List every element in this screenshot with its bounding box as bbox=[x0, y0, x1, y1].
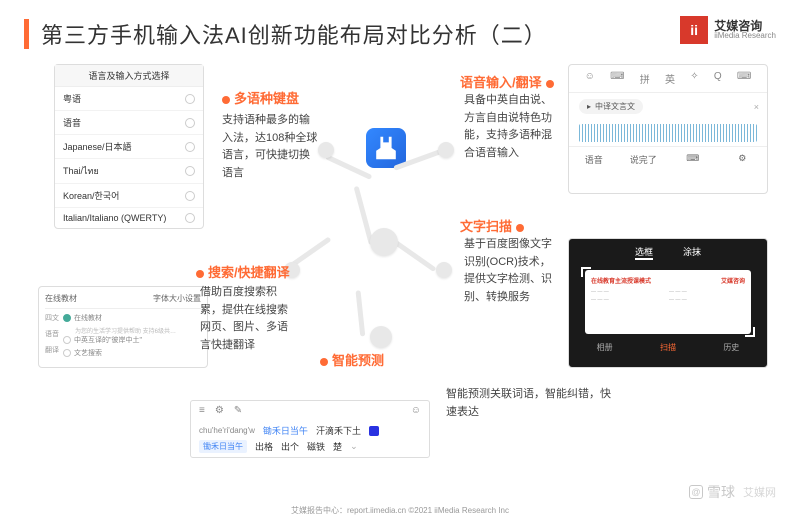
footer: 艾媒报告中心：report.iimedia.cn ©2021 iiMedia R… bbox=[0, 505, 800, 516]
candidate[interactable]: 出个 bbox=[281, 440, 299, 453]
connector-node bbox=[370, 228, 398, 256]
label-search: 搜索/快捷翻译 bbox=[196, 262, 290, 281]
ocr-tab-select[interactable]: 选框 bbox=[635, 245, 653, 260]
lang-row[interactable]: Japanese/日本語 bbox=[55, 135, 203, 159]
brand-logo: ii 艾媒咨询 iiMedia Research bbox=[680, 16, 776, 44]
side-tab[interactable]: 翻译 bbox=[45, 345, 59, 355]
logo-mark: ii bbox=[680, 16, 708, 44]
label-multilang: 多语种键盘 bbox=[222, 88, 299, 107]
pinyin: chu'he'ri'dang'w bbox=[199, 426, 255, 435]
lang-row[interactable]: 粤语 bbox=[55, 87, 203, 111]
voice-mode-icon[interactable]: Q bbox=[714, 71, 722, 86]
voice-mode-icon[interactable]: 拼 bbox=[640, 71, 650, 86]
desc-multilang: 支持语种最多的输入法，达108种全球语言，可快捷切换语言 bbox=[222, 112, 318, 182]
lang-row[interactable]: Thai/ไทย bbox=[55, 159, 203, 184]
panel-language-header: 语言及输入方式选择 bbox=[55, 65, 203, 87]
watermark: @ 雪球 艾媒网 bbox=[689, 482, 776, 502]
candidate-hl[interactable]: 锄禾日当午 bbox=[263, 424, 308, 437]
close-icon[interactable]: × bbox=[754, 102, 759, 112]
voice-mode-icon[interactable]: 英 bbox=[665, 71, 675, 86]
side-tab[interactable]: 语音 bbox=[45, 329, 59, 339]
lang-row[interactable]: 语音 bbox=[55, 111, 203, 135]
side-tab[interactable]: 四文 bbox=[45, 313, 59, 323]
gear-icon[interactable]: ⚙ bbox=[215, 405, 224, 416]
desc-ocr: 基于百度图像文字识别(OCR)技术，提供文字检测、识别、转换服务 bbox=[464, 236, 560, 306]
label-ocr: 文字扫描 bbox=[460, 216, 524, 235]
candidate[interactable]: 出格 bbox=[255, 440, 273, 453]
candidate[interactable]: 楚 bbox=[333, 440, 342, 453]
voice-waveform bbox=[579, 124, 757, 142]
voice-btn[interactable]: 语音 bbox=[569, 147, 619, 172]
candidate[interactable]: 磁铁 bbox=[307, 440, 325, 453]
panel-ocr: 选框 涂抹 在线教育主流授课模式 艾媒咨询 — — —— — —— — —— —… bbox=[568, 238, 768, 368]
connector-node bbox=[438, 142, 454, 158]
emoji-icon[interactable]: ☺ bbox=[411, 405, 421, 416]
title-accent bbox=[24, 19, 29, 49]
connector-node bbox=[370, 326, 392, 348]
settings-tab-right[interactable]: 字体大小设置 bbox=[153, 293, 201, 304]
voice-done-button[interactable]: 说完了 bbox=[619, 147, 669, 172]
baidu-icon bbox=[369, 426, 379, 436]
voice-mode-icon[interactable]: ⌨ bbox=[610, 71, 624, 86]
label-voice: 语音输入/翻译 bbox=[460, 72, 554, 91]
connector-node bbox=[436, 262, 452, 278]
panel-voice: ☺ ⌨ 拼 英 ✧ Q ⌨ ▸中译文言文 × 语音 说完了 ⌨ ⚙ bbox=[568, 64, 768, 194]
settings-tab-left[interactable]: 在线教材 bbox=[45, 293, 77, 304]
scan-icon[interactable]: 扫描 bbox=[660, 342, 676, 353]
candidate-suffix: 汗滴禾下土 bbox=[316, 424, 361, 437]
page-title: 第三方手机输入法AI创新功能布局对比分析（二） bbox=[41, 18, 547, 50]
desc-search: 借助百度搜索积累，提供在线搜索网页、图片、多语言快捷翻译 bbox=[200, 284, 296, 354]
ime-tag[interactable]: 锄禾日当午 bbox=[199, 440, 247, 453]
voice-pill[interactable]: ▸中译文言文 bbox=[579, 99, 643, 114]
lang-row[interactable]: Korean/한국어 bbox=[55, 184, 203, 208]
connector-node bbox=[318, 142, 334, 158]
desc-voice: 具备中英自由说、方言自由说特色功能，支持多语种混合语音输入 bbox=[464, 92, 560, 162]
desc-predict: 智能预测关联词语，智能纠错，快速表达 bbox=[446, 386, 616, 421]
keyboard-icon[interactable]: ⌨ bbox=[668, 147, 718, 172]
lang-row[interactable]: Italian/Italiano (QWERTY) bbox=[55, 208, 203, 228]
settings-icon[interactable]: ⚙ bbox=[718, 147, 768, 172]
album-icon[interactable]: 相册 bbox=[597, 342, 613, 353]
baidu-logo bbox=[354, 128, 418, 176]
ocr-tab-smudge[interactable]: 涂抹 bbox=[683, 245, 701, 260]
logo-en: iiMedia Research bbox=[714, 32, 776, 40]
voice-mode-icon[interactable]: ✧ bbox=[690, 71, 698, 86]
panel-ime: ≡ ⚙ ✎ ☺ chu'he'ri'dang'w 锄禾日当午 汗滴禾下土 锄禾日… bbox=[190, 400, 430, 458]
voice-mode-icon[interactable]: ⌨ bbox=[737, 71, 751, 86]
history-icon[interactable]: 历史 bbox=[723, 342, 739, 353]
label-predict: 智能预测 bbox=[320, 350, 384, 369]
menu-icon[interactable]: ≡ bbox=[199, 405, 205, 416]
panel-settings: 在线教材 字体大小设置 四文 语音 翻译 在线教材 为您的生活学习提供帮助 支持… bbox=[38, 286, 208, 368]
voice-mode-icon[interactable]: ☺ bbox=[585, 71, 595, 86]
edit-icon[interactable]: ✎ bbox=[234, 405, 242, 416]
connector bbox=[356, 290, 366, 336]
panel-language: 语言及输入方式选择 粤语 语音 Japanese/日本語 Thai/ไทย Ko… bbox=[54, 64, 204, 229]
ocr-card: 在线教育主流授课模式 艾媒咨询 — — —— — —— — —— — — bbox=[585, 270, 751, 334]
